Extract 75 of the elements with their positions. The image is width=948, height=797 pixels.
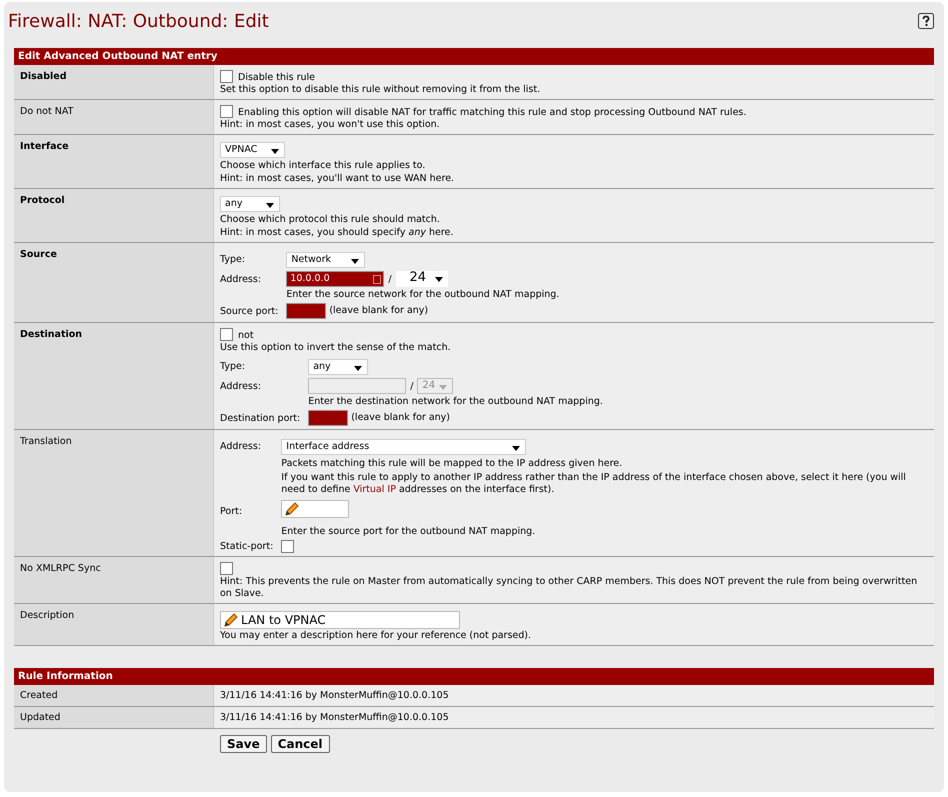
hint-text: Hint: in most cases, you should specify any here. xyxy=(220,227,454,239)
row-label: Do not NAT xyxy=(14,100,214,134)
hint-text: Hint: in most cases, you'll want to use WAN here. xyxy=(220,173,454,185)
field-label: Source port: xyxy=(220,306,278,316)
section-header: Edit Advanced Outbound NAT entry xyxy=(14,48,934,65)
checkbox[interactable] xyxy=(220,105,233,118)
separator-text: / xyxy=(410,380,414,392)
hint-text: You may enter a description here for your reference (not parsed). xyxy=(220,630,532,642)
hint-text: Use this option to invert the sense of the match. xyxy=(220,342,451,354)
description-field[interactable]: LAN to VPNAC xyxy=(220,611,460,629)
row-label: Destination xyxy=(14,323,214,429)
hint-text: Hint: in most cases, you won't use this option. xyxy=(220,119,440,131)
row-label: Source xyxy=(14,243,214,322)
hint-text: Packets matching this rule will be mapped to the IP address given here. xyxy=(281,458,622,470)
cancel-button[interactable]: Cancel xyxy=(270,735,330,753)
caret-icon xyxy=(512,446,520,451)
field-label: Address: xyxy=(220,274,262,284)
hint-text: Enter the destination network for the outbound NAT mapping. xyxy=(308,396,603,408)
field-label: Type: xyxy=(220,254,246,265)
row-label: Created xyxy=(14,685,214,706)
row-label: No XMLRPC Sync xyxy=(14,557,214,603)
save-button[interactable]: Save xyxy=(220,735,267,753)
hint-text: If you want this rule to apply to another IP address rather than the IP address of the interface chosen above, select it here (you will need to define Virtual IP addresses on the interface first). xyxy=(281,472,907,496)
row-label: Updated xyxy=(14,707,214,728)
address-field[interactable]: 10.0.0.0 xyxy=(286,271,384,287)
dropdown[interactable]: any xyxy=(308,359,368,375)
section-header: Rule Information xyxy=(14,668,934,685)
checkbox-label: not xyxy=(238,330,254,341)
hint-text: Set this option to disable this rule without removing it from the list. xyxy=(220,84,540,96)
caret-icon xyxy=(434,277,443,282)
hint-text: (leave blank for any) xyxy=(351,412,450,424)
checkbox[interactable] xyxy=(220,70,233,83)
row-label: Interface xyxy=(14,135,214,188)
row-label: Disabled xyxy=(14,65,214,99)
checkbox-label: Disable this rule xyxy=(238,72,316,83)
hint-text: Enter the source network for the outbound NAT mapping. xyxy=(286,289,560,301)
caret-icon xyxy=(266,203,274,208)
hint-text: (leave blank for any) xyxy=(329,305,428,317)
checkbox[interactable] xyxy=(220,328,233,341)
mask-dropdown[interactable]: 24 xyxy=(396,271,448,287)
row-label: Protocol xyxy=(14,189,214,242)
hint-text: Choose which interface this rule applies to. xyxy=(220,160,426,172)
field-label: Type: xyxy=(220,361,246,372)
caret-icon xyxy=(439,385,448,390)
virtual-ip-link[interactable]: Virtual IP xyxy=(353,484,396,495)
pencil-icon xyxy=(223,612,239,628)
help-icon[interactable] xyxy=(918,13,934,29)
info-value: 3/11/16 14:41:16 by MonsterMuffin@10.0.0.105 xyxy=(220,712,449,723)
field-label: Destination port: xyxy=(220,412,300,424)
caret-icon xyxy=(271,149,279,154)
dropdown[interactable]: any xyxy=(220,196,280,212)
checkbox[interactable] xyxy=(281,540,294,553)
dropdown[interactable]: VPNAC xyxy=(220,142,285,158)
port-field[interactable] xyxy=(308,410,348,426)
dropdown[interactable]: Network xyxy=(286,252,366,268)
pencil-icon xyxy=(284,501,300,517)
caret-icon xyxy=(351,259,360,264)
hint-text: Choose which protocol this rule should match. xyxy=(220,214,440,226)
info-value: 3/11/16 14:41:16 by MonsterMuffin@10.0.0.105 xyxy=(220,690,449,701)
row-label: Translation xyxy=(14,430,214,556)
port-field[interactable] xyxy=(281,500,350,518)
field-label: Address: xyxy=(220,441,262,452)
dropdown[interactable]: Interface address xyxy=(281,439,526,455)
field-label: Address: xyxy=(220,380,262,392)
caret-icon xyxy=(354,366,362,371)
hint-text: Hint: This prevents the rule on Master from automatically syncing to other CARP members. This does NOT prevent the rule from being overwritten on Slave. xyxy=(220,576,918,600)
port-field[interactable] xyxy=(286,303,326,319)
field-label: Port: xyxy=(220,506,244,516)
field-label: Static-port: xyxy=(220,541,274,552)
page-title: Firewall: NAT: Outbound: Edit xyxy=(8,10,269,32)
hint-text: Enter the source port for the outbound NAT mapping. xyxy=(281,526,536,538)
row-label: Description xyxy=(14,604,214,645)
checkbox[interactable] xyxy=(220,562,233,575)
checkbox-label: Enabling this option will disable NAT for traffic matching this rule and stop processing Outbound NAT rules. xyxy=(238,107,746,118)
separator-text: / xyxy=(388,274,392,284)
